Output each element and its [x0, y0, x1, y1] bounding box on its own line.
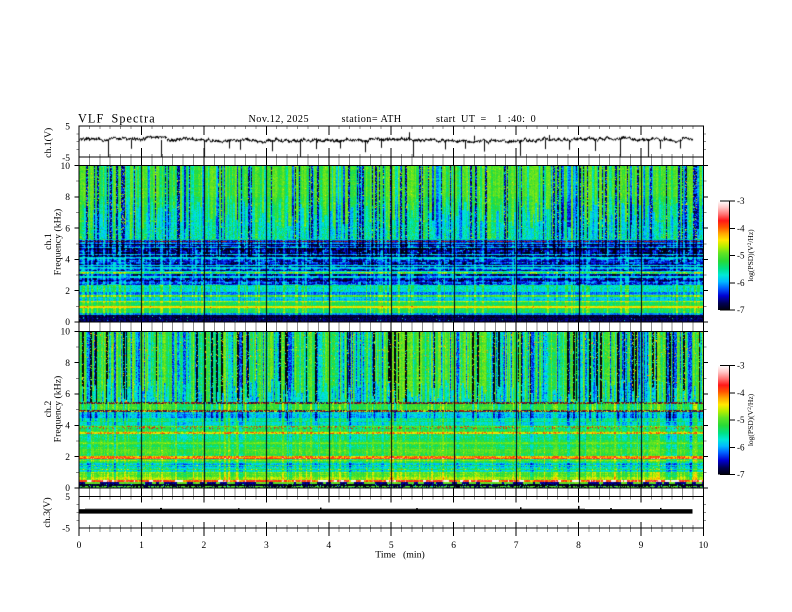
svg-text:-7: -7 [737, 470, 745, 480]
svg-text:4: 4 [326, 541, 331, 551]
svg-text:-6: -6 [737, 278, 745, 288]
svg-text:-3: -3 [737, 361, 745, 371]
svg-text:Nov.12, 2025: Nov.12, 2025 [249, 114, 310, 125]
svg-text:2: 2 [202, 541, 207, 551]
svg-text:station= ATH: station= ATH [342, 114, 402, 125]
svg-text:VLF Spectra: VLF Spectra [78, 112, 156, 126]
svg-text:8: 8 [65, 359, 70, 369]
svg-text:4: 4 [65, 422, 70, 432]
svg-text:6: 6 [65, 224, 70, 234]
svg-text:start UT = 1 :40: 0: start UT = 1 :40: 0 [436, 114, 536, 125]
svg-text:Frequency (kHz): Frequency (kHz) [53, 376, 64, 443]
svg-text:3: 3 [264, 541, 269, 551]
svg-text:6: 6 [451, 541, 456, 551]
svg-text:1: 1 [139, 541, 144, 551]
svg-text:10: 10 [699, 541, 709, 551]
svg-text:6: 6 [65, 390, 70, 400]
svg-text:2: 2 [65, 453, 70, 463]
svg-text:Frequency (kHz): Frequency (kHz) [53, 209, 64, 276]
svg-text:0: 0 [77, 541, 82, 551]
svg-text:-6: -6 [737, 442, 745, 452]
svg-text:5: 5 [65, 493, 70, 503]
svg-text:2: 2 [65, 287, 70, 297]
svg-text:log(PSD)(V2/Hz): log(PSD)(V2/Hz) [746, 229, 755, 282]
svg-text:ch.3(V): ch.3(V) [42, 497, 53, 527]
svg-text:9: 9 [639, 541, 644, 551]
svg-text:8: 8 [65, 193, 70, 203]
svg-text:0: 0 [65, 318, 70, 328]
svg-text:4: 4 [65, 256, 70, 266]
svg-text:8: 8 [576, 541, 581, 551]
svg-text:-5: -5 [62, 524, 70, 534]
svg-text:-5: -5 [737, 251, 745, 261]
svg-text:-4: -4 [737, 223, 745, 233]
svg-text:-4: -4 [737, 388, 745, 398]
svg-text:5: 5 [65, 123, 70, 133]
svg-text:Time (min): Time (min) [375, 550, 425, 561]
svg-text:-3: -3 [737, 196, 745, 206]
svg-text:10: 10 [61, 162, 71, 172]
svg-text:-5: -5 [737, 415, 745, 425]
svg-text:7: 7 [514, 541, 519, 551]
svg-text:10: 10 [61, 328, 71, 338]
svg-text:ch.1(V): ch.1(V) [43, 128, 54, 158]
svg-text:log(PSD)(V2/Hz): log(PSD)(V2/Hz) [746, 393, 755, 446]
svg-text:-7: -7 [737, 305, 745, 315]
